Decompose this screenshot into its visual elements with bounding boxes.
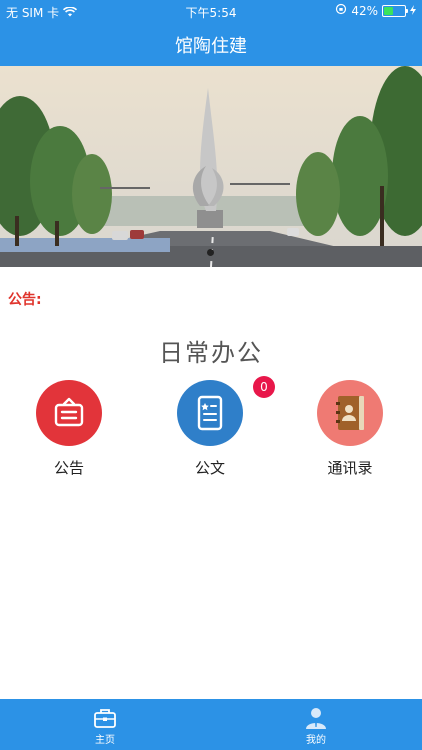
contacts-app[interactable]: 通讯录 <box>305 380 395 478</box>
battery-percent: 42% <box>351 3 378 18</box>
tab-bar: 主页 我的 <box>0 699 422 750</box>
tab-home-label: 主页 <box>95 735 115 746</box>
tab-mine[interactable]: 我的 <box>271 699 361 750</box>
announcement-label: 公告 <box>53 459 84 477</box>
page-title: 馆陶住建 <box>175 36 247 57</box>
banner-image <box>0 66 422 267</box>
battery-icon <box>382 4 408 17</box>
document-icon <box>177 380 243 446</box>
status-bar: 无 SIM 卡 下午5:54 42% <box>0 0 422 22</box>
documents-badge: 0 <box>253 376 275 398</box>
notice-label[interactable]: 公告: <box>8 289 42 309</box>
briefcase-icon <box>60 707 150 729</box>
carousel-indicator[interactable] <box>207 249 214 256</box>
tab-mine-label: 我的 <box>306 735 326 746</box>
banner-carousel[interactable] <box>0 66 422 267</box>
tab-home[interactable]: 主页 <box>60 699 150 750</box>
header-bar: 无 SIM 卡 下午5:54 42% 馆陶住建 <box>0 0 422 66</box>
contacts-label: 通讯录 <box>327 459 373 477</box>
announcement-icon <box>36 380 102 446</box>
user-icon <box>271 707 361 729</box>
announcement-app[interactable]: 公告 <box>24 380 114 478</box>
documents-app[interactable]: 公文 <box>165 380 255 478</box>
documents-label: 公文 <box>194 459 225 477</box>
orientation-lock-icon <box>335 3 347 18</box>
contacts-book-icon <box>317 380 383 446</box>
charging-icon <box>410 4 416 18</box>
section-title: 日常办公 <box>159 339 263 367</box>
